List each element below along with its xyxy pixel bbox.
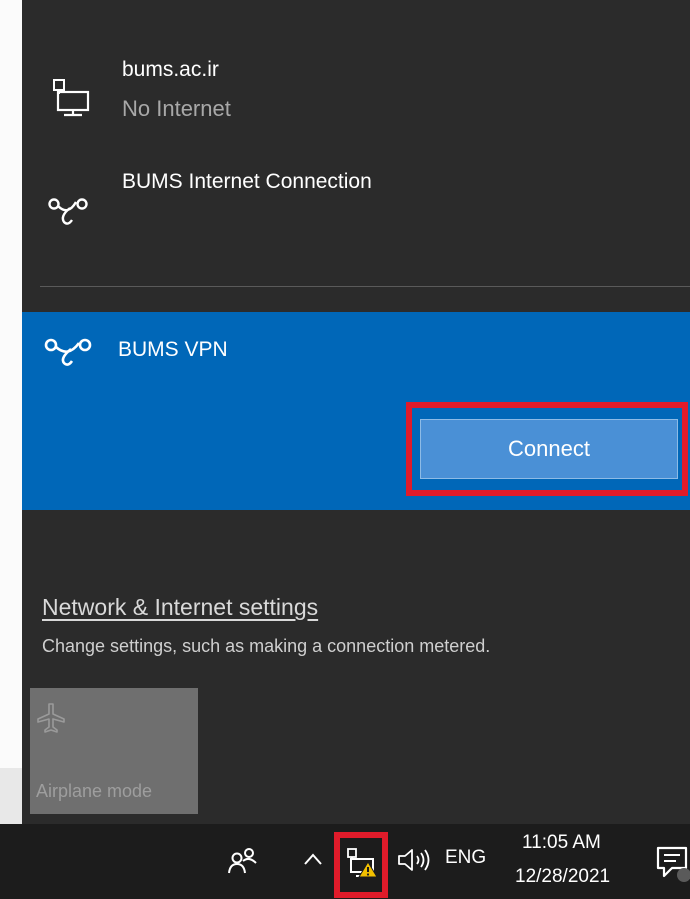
network-flyout: bums.ac.ir No Internet BUMS Internet Con… <box>22 0 690 824</box>
vpn-link-icon <box>44 338 92 366</box>
vpn-item-bums-vpn[interactable]: BUMS VPN Connect <box>22 312 690 510</box>
network-item-bums-ac-ir[interactable]: bums.ac.ir No Internet <box>22 40 690 140</box>
network-settings-description: Change settings, such as making a connec… <box>42 636 491 656</box>
network-name: bums.ac.ir <box>122 58 219 81</box>
volume-icon[interactable] <box>396 847 434 873</box>
airplane-mode-label: Airplane mode <box>36 781 153 801</box>
network-warning-icon <box>347 848 378 878</box>
vpn-link-icon <box>48 198 88 225</box>
clock-date[interactable]: 12/28/2021 <box>515 866 610 888</box>
desktop-edge-bottom <box>0 768 22 824</box>
divider <box>40 286 690 287</box>
network-name: BUMS Internet Connection <box>122 170 372 193</box>
network-tray-button[interactable] <box>334 832 388 894</box>
connect-button[interactable]: Connect <box>420 419 678 479</box>
airplane-icon <box>37 703 65 733</box>
desktop-edge <box>0 0 22 824</box>
network-item-bums-internet-connection[interactable]: BUMS Internet Connection <box>22 160 690 260</box>
clock-time[interactable]: 11:05 AM <box>522 832 601 854</box>
chevron-up-icon[interactable] <box>302 850 324 868</box>
vpn-name: BUMS VPN <box>118 338 228 361</box>
ethernet-monitor-icon <box>53 79 90 117</box>
notification-icon[interactable] <box>656 846 690 882</box>
airplane-mode-tile[interactable]: Airplane mode <box>30 688 198 814</box>
network-status: No Internet <box>122 96 231 121</box>
people-icon[interactable] <box>226 846 260 876</box>
taskbar: ENG 11:05 AM 12/28/2021 <box>0 824 690 899</box>
language-indicator[interactable]: ENG <box>445 847 486 869</box>
network-settings-link[interactable]: Network & Internet settings <box>42 594 318 621</box>
